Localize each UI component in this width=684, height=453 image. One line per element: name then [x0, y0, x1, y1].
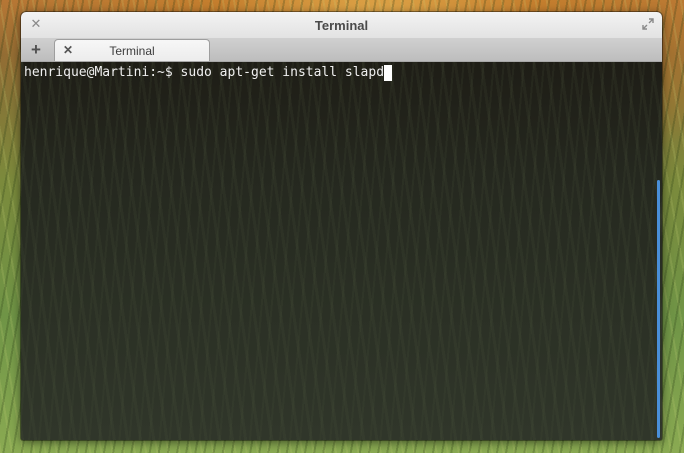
text-cursor — [384, 65, 393, 81]
tab-terminal[interactable]: ✕ Terminal — [54, 39, 210, 61]
terminal-window: ✕ Terminal + ✕ Terminal henrique@Martini… — [21, 12, 662, 440]
tab-label: Terminal — [109, 44, 155, 58]
typed-command: sudo apt-get install slapd — [180, 65, 385, 80]
tab-bar: + ✕ Terminal — [21, 39, 662, 62]
new-tab-button[interactable]: + — [27, 40, 45, 60]
scrollbar[interactable] — [657, 180, 660, 438]
maximize-icon[interactable] — [641, 17, 655, 31]
shell-prompt: henrique@Martini:~$ — [24, 65, 173, 80]
command-line: henrique@Martini:~$ sudo apt-get install… — [24, 65, 393, 81]
window-title: Terminal — [314, 18, 369, 33]
terminal-area[interactable]: henrique@Martini:~$ sudo apt-get install… — [21, 62, 662, 440]
titlebar: ✕ Terminal — [21, 12, 662, 39]
